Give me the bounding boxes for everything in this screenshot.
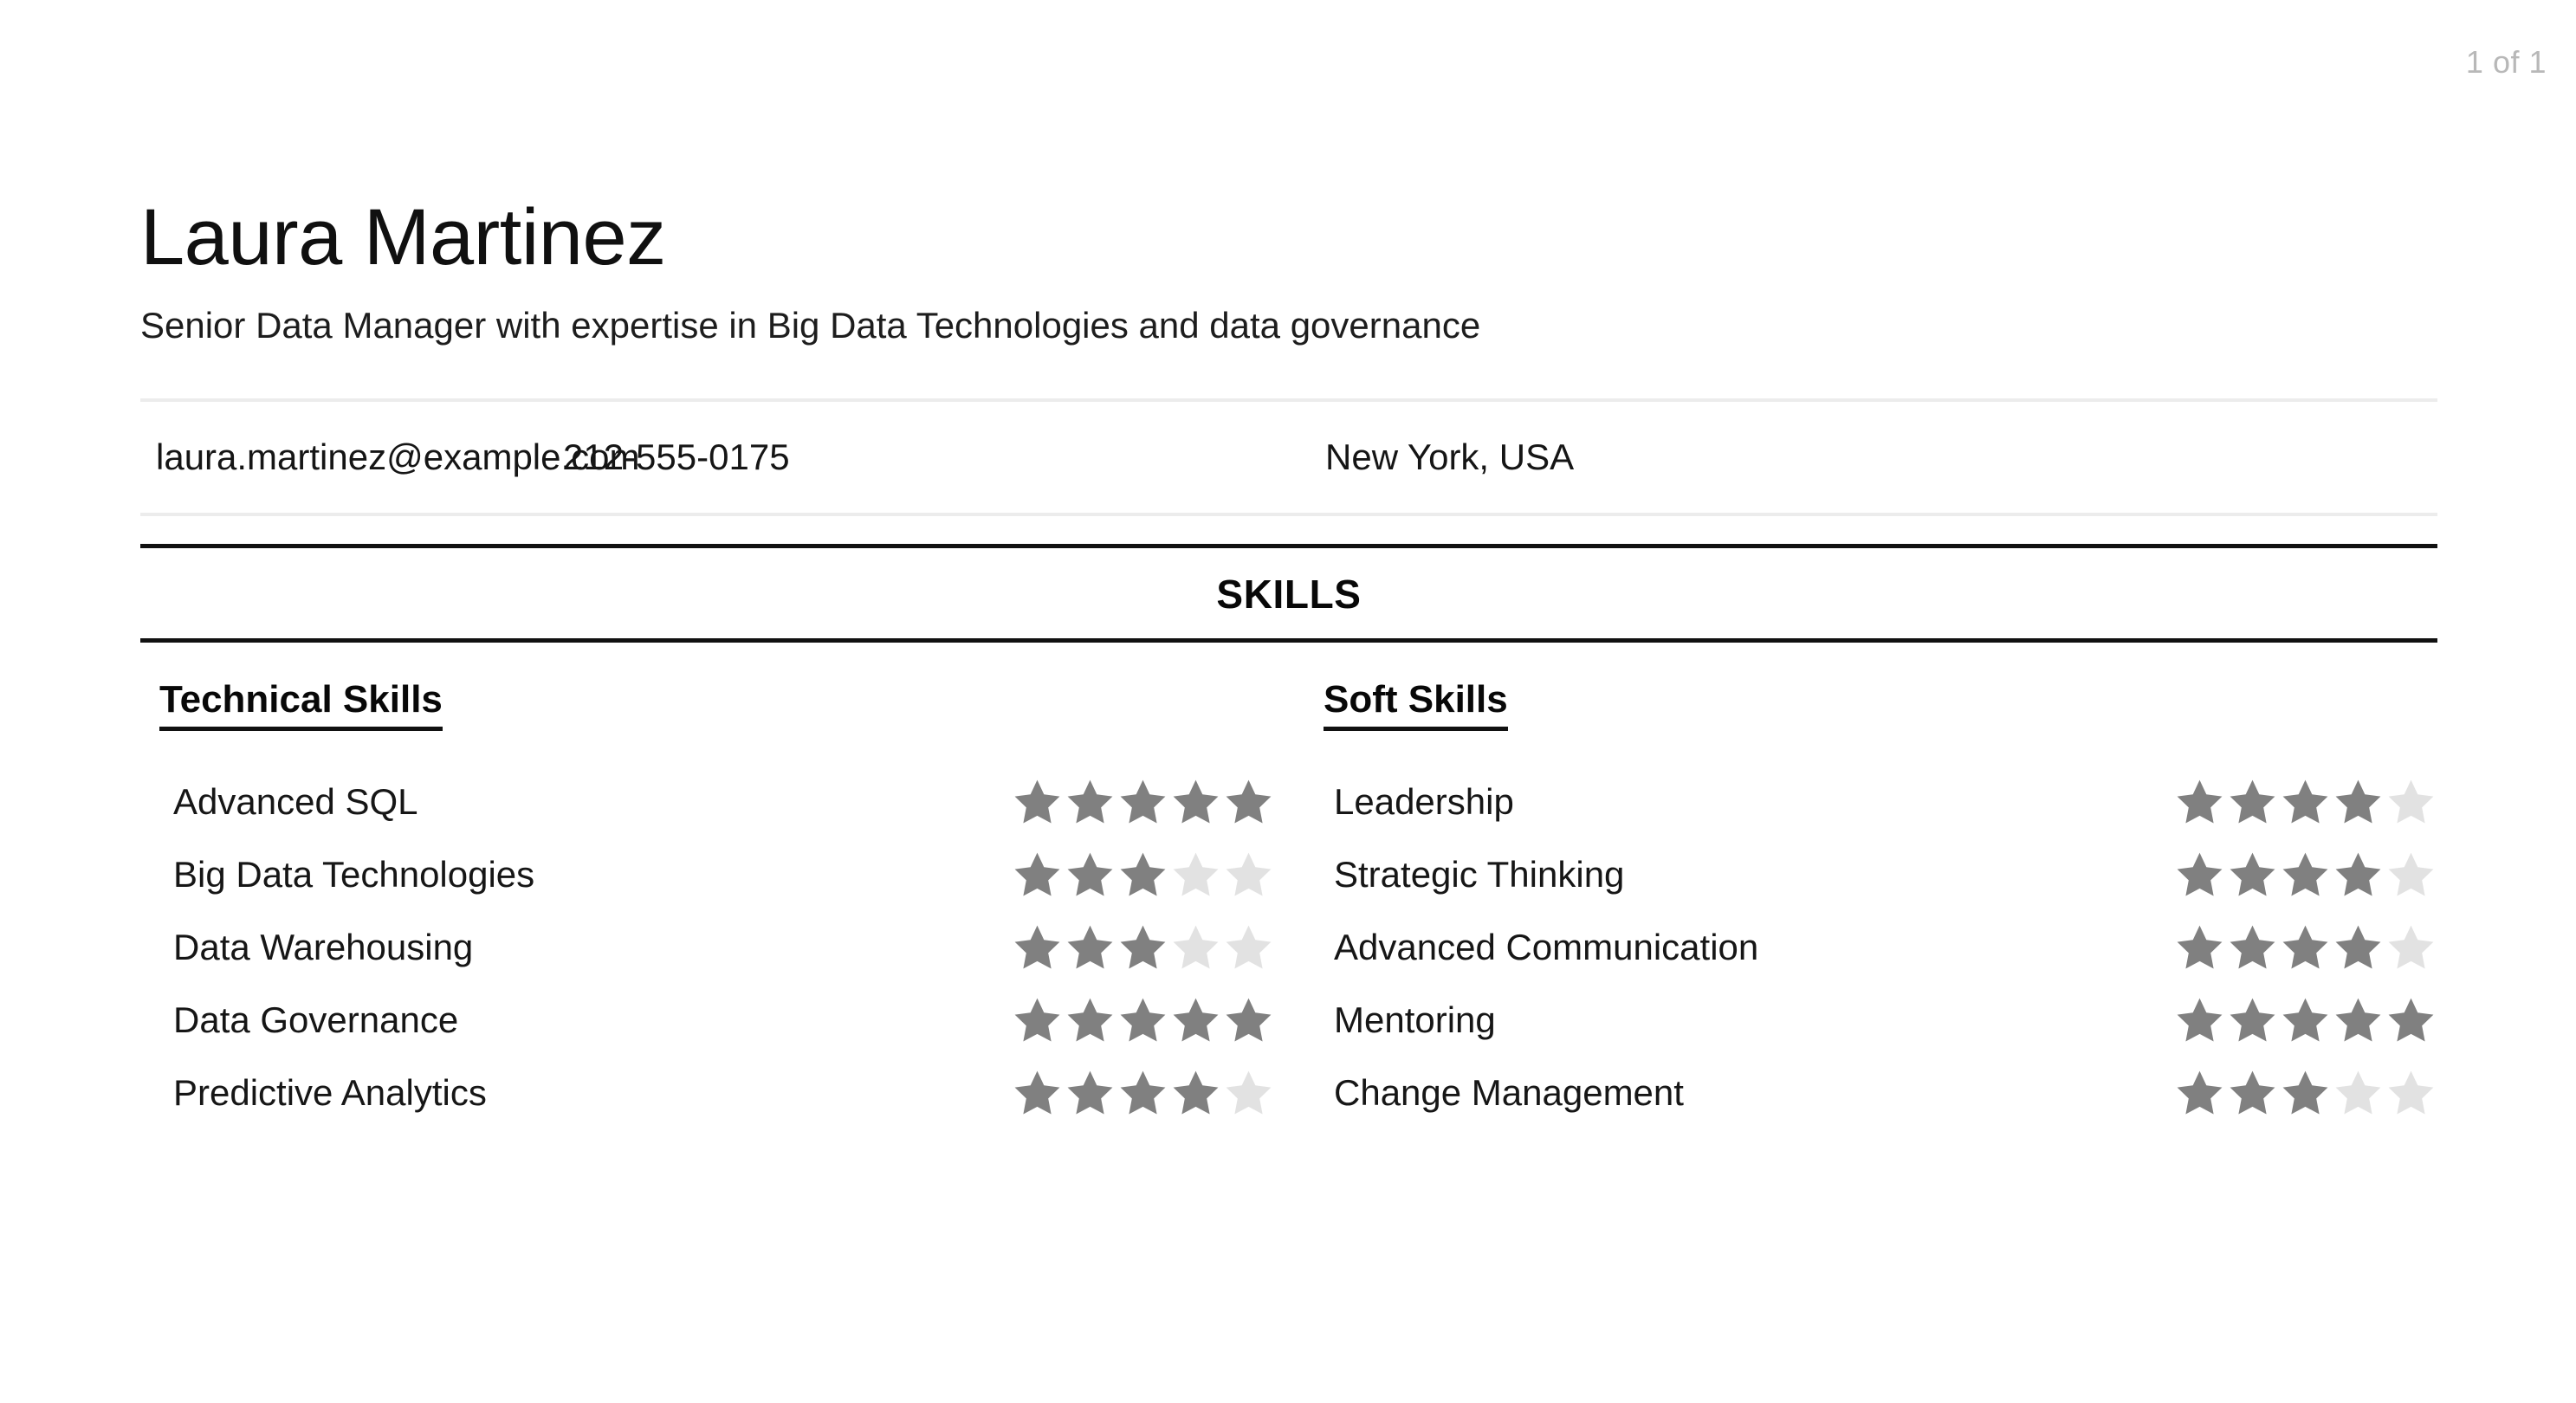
star-filled-icon [1011, 850, 1064, 900]
skill-name: Change Management [1334, 1072, 1684, 1114]
skills-section: SKILLS Technical Skills Advanced SQL Big … [140, 544, 2437, 1129]
star-filled-icon [2385, 995, 2437, 1045]
star-filled-icon [2332, 850, 2385, 900]
skill-rating [2173, 1068, 2437, 1118]
subsection-heading-soft: Soft Skills [1324, 681, 1508, 732]
star-filled-icon [1169, 995, 1222, 1045]
star-filled-icon [2226, 1068, 2279, 1118]
star-empty-icon [1169, 850, 1222, 900]
star-filled-icon [1064, 922, 1116, 973]
skill-name: Advanced Communication [1334, 927, 1759, 968]
star-filled-icon [2173, 1068, 2226, 1118]
soft-skills-column: Soft Skills Leadership Strategic Thinking… [1308, 681, 2437, 1129]
star-filled-icon [1116, 995, 1169, 1045]
star-filled-icon [2332, 995, 2385, 1045]
star-filled-icon [1011, 1068, 1064, 1118]
skill-row: Advanced Communication [1308, 911, 2437, 984]
contact-email[interactable]: laura.martinez@example.com [156, 436, 640, 478]
skill-rating [1011, 850, 1275, 900]
skill-name: Strategic Thinking [1334, 854, 1625, 895]
star-filled-icon [2226, 995, 2279, 1045]
skill-row: Strategic Thinking [1308, 838, 2437, 911]
skill-rating [2173, 995, 2437, 1045]
skill-row: Mentoring [1308, 984, 2437, 1057]
star-filled-icon [1169, 777, 1222, 827]
star-empty-icon [1222, 1068, 1275, 1118]
soft-skills-list: Leadership Strategic Thinking Advanced Com… [1308, 766, 2437, 1129]
star-filled-icon [1222, 995, 1275, 1045]
skill-rating [1011, 777, 1275, 827]
skill-rating [1011, 1068, 1275, 1118]
skill-row: Predictive Analytics [140, 1057, 1308, 1129]
skill-rating [2173, 777, 2437, 827]
skill-rating [1011, 995, 1275, 1045]
resume-header: Laura Martinez Senior Data Manager with … [140, 0, 2437, 348]
star-filled-icon [1064, 777, 1116, 827]
skill-row: Data Governance [140, 984, 1308, 1057]
skill-row: Advanced SQL [140, 766, 1308, 838]
star-filled-icon [1116, 777, 1169, 827]
star-filled-icon [2332, 922, 2385, 973]
skill-rating [2173, 922, 2437, 973]
star-filled-icon [1222, 777, 1275, 827]
skill-row: Change Management [1308, 1057, 2437, 1129]
star-filled-icon [2279, 995, 2332, 1045]
star-filled-icon [2226, 777, 2279, 827]
contact-location: New York, USA [1325, 436, 1575, 478]
star-filled-icon [2279, 1068, 2332, 1118]
star-filled-icon [2173, 850, 2226, 900]
page-indicator: 1 of 1 [2465, 44, 2547, 80]
star-filled-icon [2226, 850, 2279, 900]
contact-phone[interactable]: 212-555-0175 [563, 436, 1325, 478]
page-title: Laura Martinez [140, 193, 666, 281]
technical-skills-list: Advanced SQL Big Data Technologies Data Wa… [140, 766, 1308, 1129]
star-filled-icon [2173, 777, 2226, 827]
skill-rating [1011, 922, 1275, 973]
star-filled-icon [2279, 922, 2332, 973]
star-filled-icon [1064, 850, 1116, 900]
contact-row: laura.martinez@example.com 212-555-0175 … [140, 402, 2437, 513]
skill-name: Big Data Technologies [173, 854, 535, 895]
star-filled-icon [1064, 995, 1116, 1045]
star-filled-icon [2173, 922, 2226, 973]
star-empty-icon [2385, 777, 2437, 827]
star-filled-icon [2226, 922, 2279, 973]
resume-document: Laura Martinez Senior Data Manager with … [140, 0, 2437, 1129]
star-empty-icon [2385, 1068, 2437, 1118]
skill-name: Leadership [1334, 781, 1514, 823]
skill-name: Data Governance [173, 999, 459, 1041]
skill-row: Data Warehousing [140, 911, 1308, 984]
technical-skills-column: Technical Skills Advanced SQL Big Data Te… [140, 681, 1308, 1129]
star-empty-icon [2332, 1068, 2385, 1118]
star-filled-icon [1116, 850, 1169, 900]
star-filled-icon [1011, 777, 1064, 827]
star-filled-icon [2279, 850, 2332, 900]
contact-divider-bottom [140, 513, 2437, 517]
star-empty-icon [1222, 850, 1275, 900]
star-filled-icon [1169, 1068, 1222, 1118]
skills-grid: Technical Skills Advanced SQL Big Data Te… [140, 643, 2437, 1129]
professional-headline: Senior Data Manager with expertise in Bi… [140, 304, 1481, 346]
skill-name: Predictive Analytics [173, 1072, 487, 1114]
skill-row: Big Data Technologies [140, 838, 1308, 911]
skill-row: Leadership [1308, 766, 2437, 838]
star-empty-icon [1169, 922, 1222, 973]
star-empty-icon [1222, 922, 1275, 973]
star-filled-icon [2173, 995, 2226, 1045]
star-filled-icon [1116, 922, 1169, 973]
star-filled-icon [1116, 1068, 1169, 1118]
section-heading-skills: SKILLS [1216, 572, 1362, 617]
subsection-heading-technical: Technical Skills [159, 681, 443, 732]
skill-name: Data Warehousing [173, 927, 474, 968]
star-empty-icon [2385, 922, 2437, 973]
star-filled-icon [1011, 922, 1064, 973]
star-filled-icon [2332, 777, 2385, 827]
star-filled-icon [1011, 995, 1064, 1045]
skill-rating [2173, 850, 2437, 900]
star-filled-icon [1064, 1068, 1116, 1118]
star-filled-icon [2279, 777, 2332, 827]
skill-name: Mentoring [1334, 999, 1496, 1041]
star-empty-icon [2385, 850, 2437, 900]
skill-name: Advanced SQL [173, 781, 418, 823]
